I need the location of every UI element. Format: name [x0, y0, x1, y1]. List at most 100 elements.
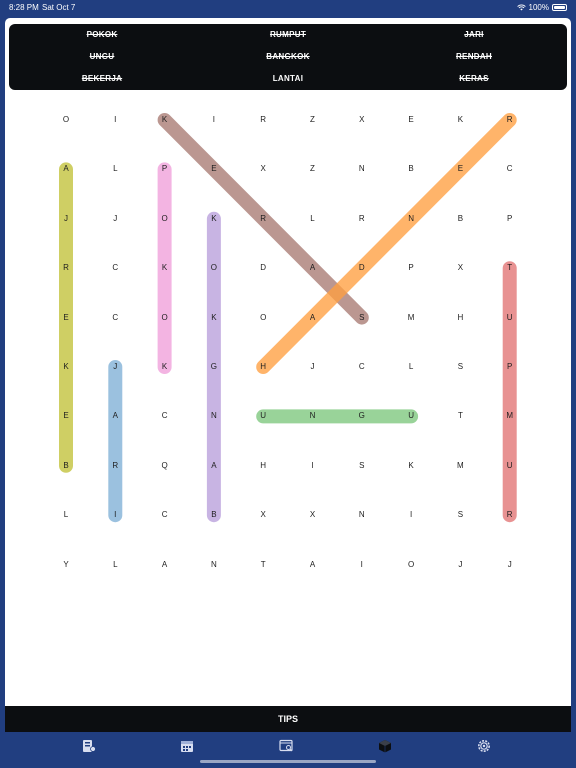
letter-cell[interactable]: T	[450, 411, 470, 421]
letter-cell[interactable]: C	[155, 411, 175, 421]
letter-cell[interactable]: C	[500, 164, 520, 174]
letter-cell[interactable]: B	[450, 214, 470, 224]
letter-cell[interactable]: K	[204, 313, 224, 323]
letter-cell[interactable]: U	[253, 411, 273, 421]
letter-cell[interactable]: U	[500, 461, 520, 471]
letter-cell[interactable]: J	[450, 560, 470, 570]
letter-cell[interactable]: E	[450, 164, 470, 174]
letter-cell[interactable]: C	[155, 510, 175, 520]
letter-cell[interactable]: O	[253, 313, 273, 323]
letter-cell[interactable]: S	[450, 362, 470, 372]
letter-cell[interactable]: O	[155, 214, 175, 224]
letter-cell[interactable]: N	[352, 510, 372, 520]
letter-cell[interactable]: M	[500, 411, 520, 421]
letter-cell[interactable]: T	[253, 560, 273, 570]
letter-cell[interactable]: J	[105, 362, 125, 372]
letter-cell[interactable]: R	[253, 115, 273, 125]
letter-cell[interactable]: N	[352, 164, 372, 174]
letter-cell[interactable]: C	[105, 263, 125, 273]
gear-icon[interactable]	[474, 738, 494, 754]
letter-cell[interactable]: P	[401, 263, 421, 273]
letter-cell[interactable]: E	[56, 411, 76, 421]
letter-cell[interactable]: K	[155, 115, 175, 125]
letter-cell[interactable]: I	[401, 510, 421, 520]
letter-cell[interactable]: N	[401, 214, 421, 224]
letter-cell[interactable]: M	[401, 313, 421, 323]
letter-cell[interactable]: A	[204, 461, 224, 471]
letter-cell[interactable]: S	[450, 510, 470, 520]
letter-cell[interactable]: H	[253, 362, 273, 372]
letter-cell[interactable]: H	[253, 461, 273, 471]
letter-cell[interactable]: J	[105, 214, 125, 224]
letter-cell[interactable]: X	[303, 510, 323, 520]
letter-cell[interactable]: O	[155, 313, 175, 323]
letter-cell[interactable]: L	[401, 362, 421, 372]
letter-cell[interactable]: A	[56, 164, 76, 174]
letter-cell[interactable]: I	[303, 461, 323, 471]
letter-cell[interactable]: P	[500, 214, 520, 224]
letter-cell[interactable]: A	[105, 411, 125, 421]
letter-cell[interactable]: N	[204, 560, 224, 570]
letter-cell[interactable]: I	[204, 115, 224, 125]
puzzle-list-icon[interactable]	[79, 738, 99, 754]
letter-cell[interactable]: O	[204, 263, 224, 273]
letter-cell[interactable]: K	[155, 263, 175, 273]
calendar-icon[interactable]	[177, 738, 197, 754]
letter-cell[interactable]: H	[450, 313, 470, 323]
letter-cell[interactable]: J	[303, 362, 323, 372]
letter-cell[interactable]: L	[303, 214, 323, 224]
letter-cell[interactable]: P	[155, 164, 175, 174]
letter-cell[interactable]: R	[352, 214, 372, 224]
letter-cell[interactable]: R	[500, 510, 520, 520]
letter-cell[interactable]: X	[253, 510, 273, 520]
letter-cell[interactable]: X	[253, 164, 273, 174]
letter-cell[interactable]: D	[352, 263, 372, 273]
letter-cell[interactable]: G	[204, 362, 224, 372]
letter-cell[interactable]: R	[105, 461, 125, 471]
letter-cell[interactable]: Z	[303, 115, 323, 125]
letter-cell[interactable]: M	[450, 461, 470, 471]
letter-cell[interactable]: X	[450, 263, 470, 273]
letter-cell[interactable]: E	[204, 164, 224, 174]
letter-cell[interactable]: X	[352, 115, 372, 125]
letter-cell[interactable]: P	[500, 362, 520, 372]
letter-cell[interactable]: D	[253, 263, 273, 273]
letter-cell[interactable]: J	[500, 560, 520, 570]
letter-cell[interactable]: E	[401, 115, 421, 125]
letter-cell[interactable]: T	[500, 263, 520, 273]
letter-cell[interactable]: O	[56, 115, 76, 125]
letter-cell[interactable]: B	[204, 510, 224, 520]
letter-cell[interactable]: K	[155, 362, 175, 372]
letter-cell[interactable]: L	[105, 560, 125, 570]
letter-cell[interactable]: K	[450, 115, 470, 125]
tips-button[interactable]: TIPS	[5, 706, 571, 732]
letter-cell[interactable]: L	[56, 510, 76, 520]
letter-cell[interactable]: K	[56, 362, 76, 372]
letter-cell[interactable]: K	[204, 214, 224, 224]
letter-cell[interactable]: I	[352, 560, 372, 570]
letter-cell[interactable]: N	[303, 411, 323, 421]
letter-cell[interactable]: Y	[56, 560, 76, 570]
letter-cell[interactable]: N	[204, 411, 224, 421]
letter-cell[interactable]: G	[352, 411, 372, 421]
letter-cell[interactable]: L	[105, 164, 125, 174]
letter-cell[interactable]: B	[56, 461, 76, 471]
letter-cell[interactable]: R	[56, 263, 76, 273]
browser-search-icon[interactable]	[276, 738, 296, 754]
letter-cell[interactable]: S	[352, 461, 372, 471]
letter-cell[interactable]: A	[303, 263, 323, 273]
letter-cell[interactable]: J	[56, 214, 76, 224]
letter-cell[interactable]: O	[401, 560, 421, 570]
letter-cell[interactable]: R	[253, 214, 273, 224]
letter-cell[interactable]: A	[303, 313, 323, 323]
letter-cell[interactable]: I	[105, 510, 125, 520]
letter-cell[interactable]: Q	[155, 461, 175, 471]
letter-cell[interactable]: B	[401, 164, 421, 174]
letter-cell[interactable]: A	[155, 560, 175, 570]
letter-cell[interactable]: I	[105, 115, 125, 125]
letter-cell[interactable]: U	[500, 313, 520, 323]
letter-cell[interactable]: C	[352, 362, 372, 372]
cube-icon[interactable]	[375, 738, 395, 754]
letter-cell[interactable]: S	[352, 313, 372, 323]
letter-cell[interactable]: Z	[303, 164, 323, 174]
